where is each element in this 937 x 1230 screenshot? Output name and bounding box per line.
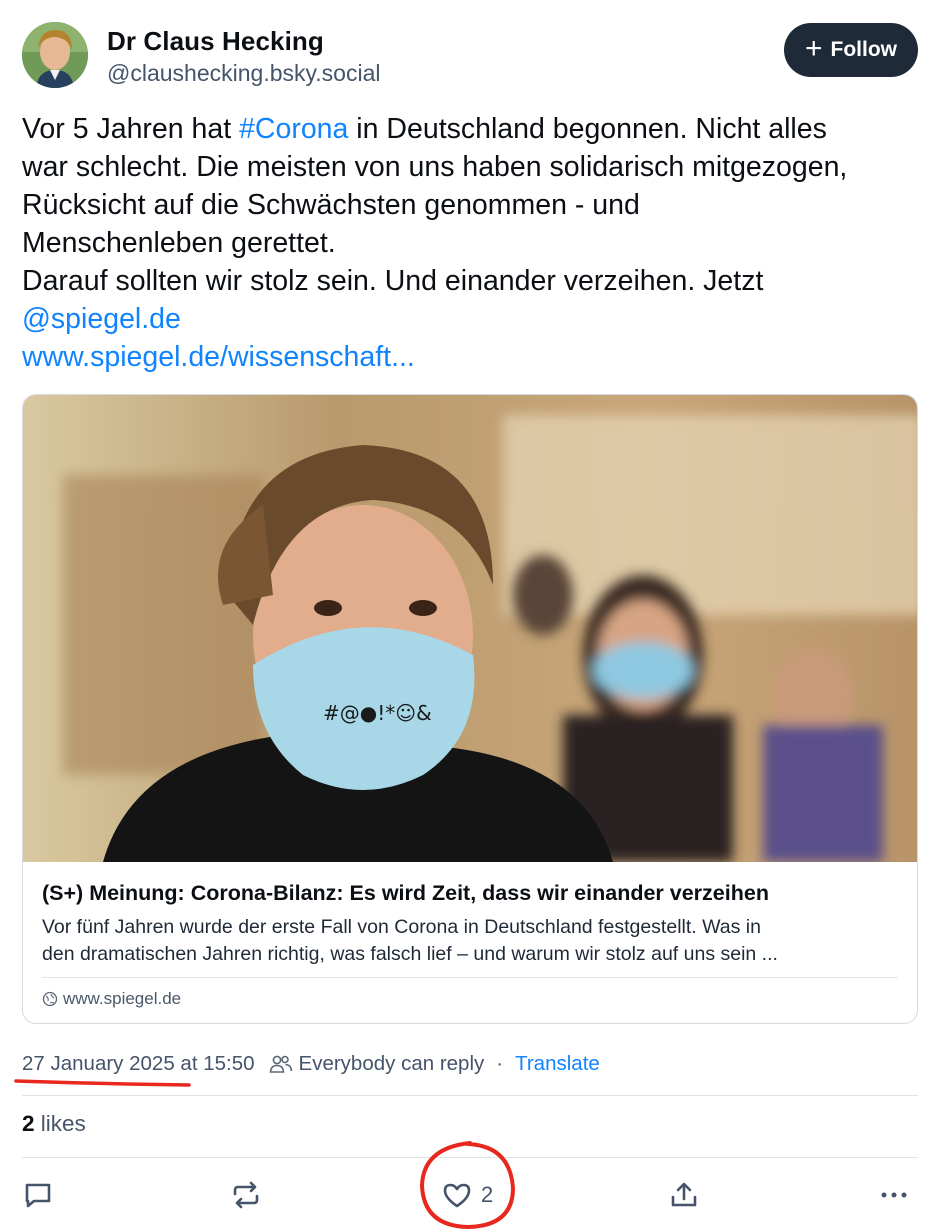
translate-link[interactable]: Translate bbox=[515, 1052, 600, 1076]
card-title[interactable]: (S+) Meinung: Corona-Bilanz: Es wird Zei… bbox=[42, 881, 769, 906]
people-icon bbox=[269, 1054, 293, 1074]
repost-icon bbox=[233, 1181, 259, 1209]
follow-label: Follow bbox=[830, 38, 898, 61]
repost-button[interactable] bbox=[230, 1172, 262, 1218]
author-handle[interactable]: @claushecking.bsky.social bbox=[107, 60, 380, 87]
likes-summary[interactable]: 2 likes bbox=[22, 1111, 86, 1137]
more-icon bbox=[881, 1192, 907, 1198]
hashtag-link[interactable]: #Corona bbox=[239, 113, 348, 145]
card-divider bbox=[42, 977, 898, 978]
likes-count: 2 bbox=[22, 1111, 35, 1136]
mention-link[interactable]: @spiegel.de bbox=[22, 300, 922, 338]
post-meta: 27 January 2025 at 15:50 Everybody can r… bbox=[22, 1050, 600, 1078]
post-line-1: Vor 5 Jahren hat #Corona in Deutschland … bbox=[22, 110, 922, 148]
like-count: 2 bbox=[481, 1182, 494, 1207]
plus-icon: + bbox=[804, 31, 823, 65]
post-line-3: Rücksicht auf die Schwächsten genommen -… bbox=[22, 189, 640, 221]
timestamp[interactable]: 27 January 2025 at 15:50 bbox=[22, 1052, 255, 1076]
card-domain: www.spiegel.de bbox=[42, 989, 181, 1009]
globe-icon bbox=[42, 991, 58, 1007]
card-description-line: den dramatischen Jahren richtig, was fal… bbox=[42, 943, 778, 965]
heart-icon bbox=[443, 1183, 471, 1208]
avatar-photo-icon bbox=[22, 22, 88, 88]
red-underline-annotation bbox=[14, 1079, 191, 1087]
card-description-line: Vor fünf Jahren wurde der erste Fall von… bbox=[42, 916, 761, 938]
url-link[interactable]: www.spiegel.de/wissenschaft... bbox=[22, 338, 922, 376]
author-name[interactable]: Dr Claus Hecking bbox=[107, 26, 324, 57]
post-line-5: Darauf sollten wir stolz sein. Und einan… bbox=[22, 265, 764, 297]
reply-button[interactable] bbox=[22, 1172, 54, 1218]
likes-label: likes bbox=[40, 1111, 86, 1136]
post-line-4: Menschenleben gerettet. bbox=[22, 227, 336, 259]
svg-text:#@●!*☺&: #@●!*☺& bbox=[323, 701, 432, 725]
card-description: Vor fünf Jahren wurde der erste Fall von… bbox=[42, 914, 902, 968]
divider bbox=[22, 1157, 918, 1158]
share-icon bbox=[671, 1182, 697, 1207]
action-bar: 2 bbox=[22, 1172, 918, 1218]
post-header: Dr Claus Hecking @claushecking.bsky.soci… bbox=[22, 22, 918, 90]
post-text-segment: Vor 5 Jahren hat bbox=[22, 113, 240, 145]
divider bbox=[22, 1095, 918, 1096]
post-text: Vor 5 Jahren hat #Corona in Deutschland … bbox=[22, 110, 922, 376]
masked-student-photo-icon: #@●!*☺& bbox=[23, 395, 917, 862]
post-text-segment: in Deutschland begonnen. Nicht alles bbox=[348, 113, 827, 145]
link-preview-card[interactable]: #@●!*☺& (S+) Meinung: Corona-Bilanz: Es … bbox=[22, 394, 918, 1024]
follow-button[interactable]: + Follow bbox=[784, 23, 918, 77]
reply-setting[interactable]: Everybody can reply bbox=[299, 1052, 485, 1076]
post-line-2: war schlecht. Die meisten von uns haben … bbox=[22, 151, 848, 183]
comment-icon bbox=[25, 1183, 51, 1208]
card-domain-text: www.spiegel.de bbox=[63, 989, 182, 1008]
more-options-button[interactable] bbox=[878, 1172, 910, 1218]
separator-dot: · bbox=[496, 1052, 504, 1075]
like-button[interactable]: 2 bbox=[441, 1172, 493, 1218]
share-button[interactable] bbox=[668, 1172, 700, 1218]
avatar[interactable] bbox=[22, 22, 88, 88]
